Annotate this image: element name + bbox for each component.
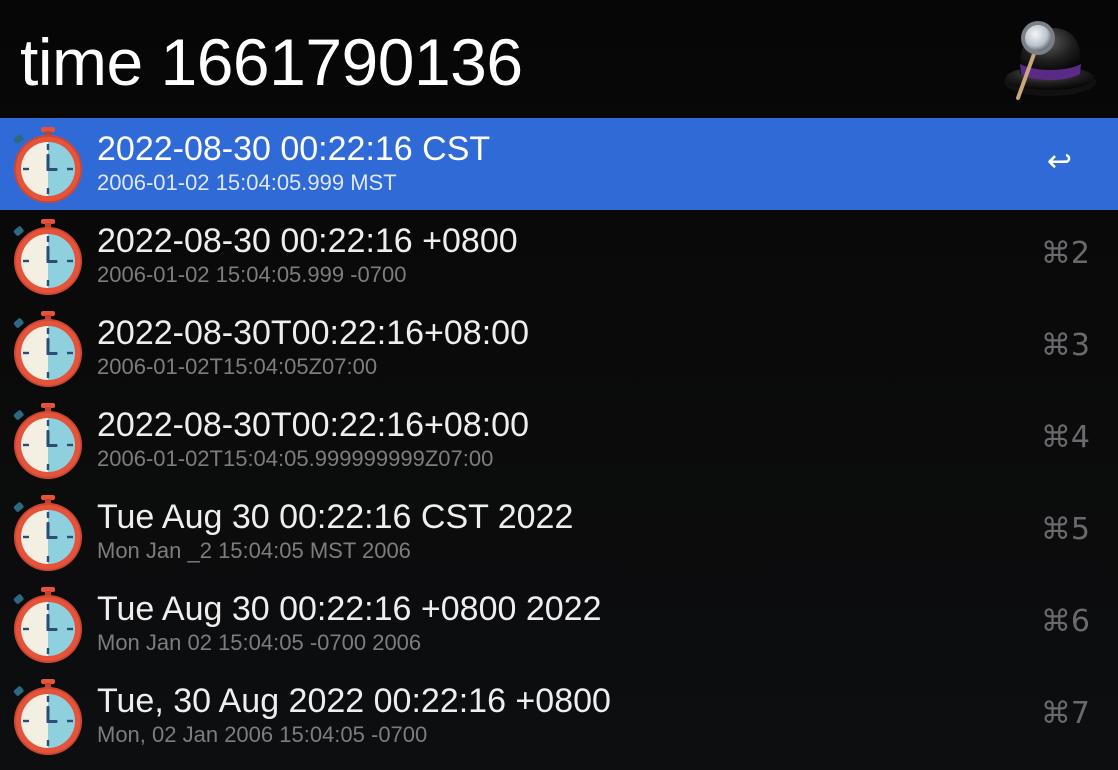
result-row[interactable]: 2022-08-30T00:22:16+08:00 2006-01-02T15:…	[0, 302, 1118, 394]
result-shortcut: ⌘6	[1040, 604, 1090, 639]
stopwatch-icon	[12, 586, 83, 664]
alfred-window: time 1661790136 2022-08-30 00:22:16 CST …	[0, 0, 1118, 770]
result-shortcut: ⌘2	[1040, 236, 1090, 271]
return-key-icon: ↩	[1046, 144, 1072, 179]
stopwatch-icon	[12, 678, 83, 756]
result-title: Tue, 30 Aug 2022 00:22:16 +0800	[97, 682, 611, 720]
result-row[interactable]: Tue, 30 Aug 2022 00:22:16 +0800 Mon, 02 …	[0, 670, 1118, 762]
results-list: 2022-08-30 00:22:16 CST 2006-01-02 15:04…	[0, 118, 1118, 762]
result-subtitle: Mon Jan _2 15:04:05 MST 2006	[97, 538, 411, 563]
result-title: Tue Aug 30 00:22:16 CST 2022	[97, 498, 574, 536]
stopwatch-icon	[12, 494, 83, 572]
search-query-input[interactable]: time 1661790136	[20, 22, 523, 102]
stopwatch-icon	[12, 402, 83, 480]
stopwatch-icon	[12, 310, 83, 388]
result-title: 2022-08-30 00:22:16 CST	[97, 130, 491, 168]
search-bar[interactable]: time 1661790136	[0, 0, 1118, 118]
result-row[interactable]: Tue Aug 30 00:22:16 +0800 2022 Mon Jan 0…	[0, 578, 1118, 670]
result-subtitle: Mon Jan 02 15:04:05 -0700 2006	[97, 630, 422, 655]
result-subtitle: 2006-01-02T15:04:05.999999999Z07:00	[97, 446, 494, 471]
stopwatch-icon	[12, 218, 83, 296]
result-shortcut: ⌘5	[1040, 512, 1090, 547]
result-subtitle: Mon, 02 Jan 2006 15:04:05 -0700	[97, 722, 428, 747]
result-title: 2022-08-30T00:22:16+08:00	[97, 406, 529, 444]
result-title: 2022-08-30T00:22:16+08:00	[97, 314, 529, 352]
result-title: Tue Aug 30 00:22:16 +0800 2022	[97, 590, 602, 628]
alfred-hat-logo-icon	[1004, 21, 1096, 100]
result-shortcut: ⌘7	[1040, 696, 1090, 731]
result-shortcut: ⌘4	[1040, 420, 1090, 455]
result-row[interactable]: 2022-08-30 00:22:16 +0800 2006-01-02 15:…	[0, 210, 1118, 302]
result-title: 2022-08-30 00:22:16 +0800	[97, 222, 518, 260]
result-subtitle: 2006-01-02 15:04:05.999 -0700	[97, 262, 407, 287]
stopwatch-icon	[12, 126, 83, 204]
result-subtitle: 2006-01-02T15:04:05Z07:00	[97, 354, 378, 379]
result-row[interactable]: 2022-08-30T00:22:16+08:00 2006-01-02T15:…	[0, 394, 1118, 486]
result-row[interactable]: Tue Aug 30 00:22:16 CST 2022 Mon Jan _2 …	[0, 486, 1118, 578]
result-shortcut: ⌘3	[1040, 328, 1090, 363]
result-subtitle: 2006-01-02 15:04:05.999 MST	[97, 170, 397, 195]
result-row[interactable]: 2022-08-30 00:22:16 CST 2006-01-02 15:04…	[0, 118, 1118, 210]
